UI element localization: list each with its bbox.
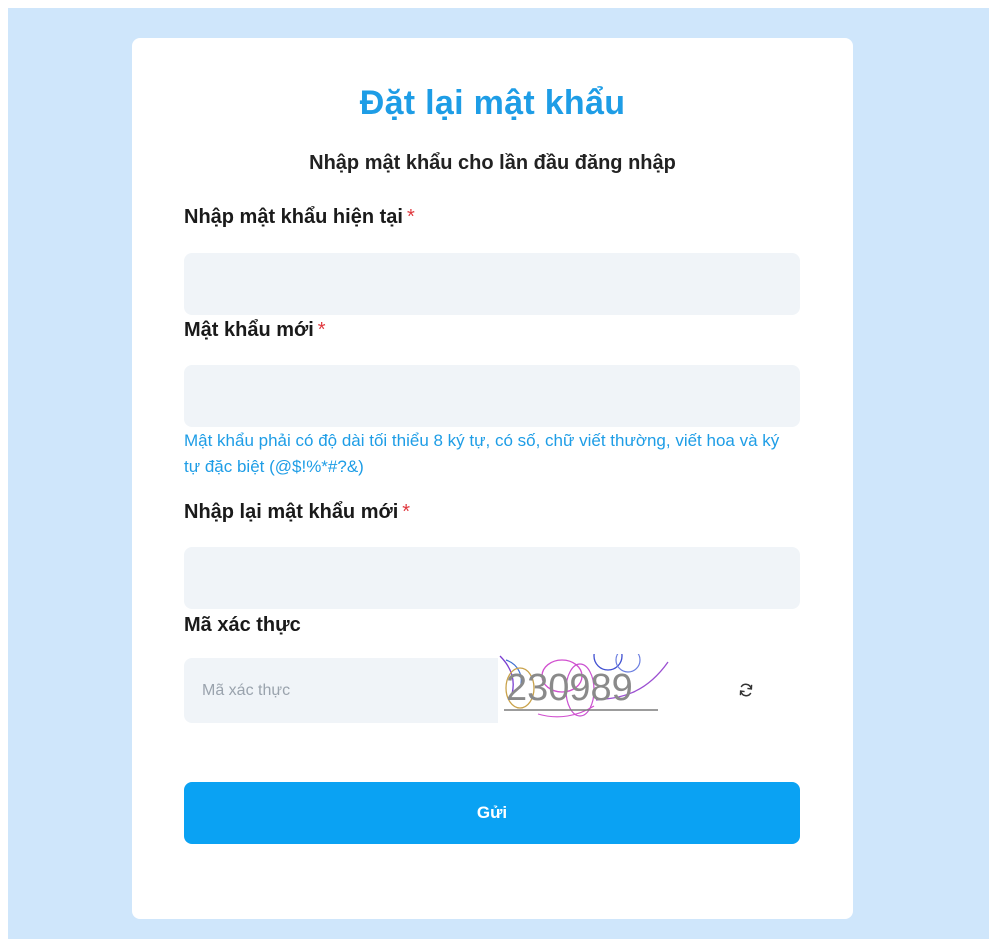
new-password-label-text: Mật khẩu mới — [184, 319, 314, 341]
current-password-label: Nhập mật khẩu hiện tại * — [184, 206, 415, 229]
captcha-input[interactable] — [184, 658, 498, 723]
captcha-code: 230989 — [506, 667, 633, 709]
new-password-input[interactable] — [184, 365, 800, 427]
submit-button[interactable]: Gửi — [184, 782, 800, 844]
captcha-label-text: Mã xác thực — [184, 614, 301, 636]
page-title: Đặt lại mật khẩu — [359, 84, 626, 122]
required-mark: * — [317, 319, 326, 341]
reset-password-card: Đặt lại mật khẩu Nhập mật khẩu cho lần đ… — [132, 38, 853, 919]
required-mark: * — [402, 501, 411, 523]
captcha-image: 230989 — [499, 654, 669, 718]
new-password-label: Mật khẩu mới * — [184, 319, 326, 342]
captcha-label: Mã xác thực — [184, 614, 301, 637]
page-subtitle: Nhập mật khẩu cho lần đầu đăng nhập — [309, 152, 676, 174]
refresh-icon[interactable] — [738, 682, 754, 698]
required-mark: * — [406, 206, 415, 228]
confirm-password-label: Nhập lại mật khẩu mới * — [184, 501, 410, 524]
confirm-password-input[interactable] — [184, 547, 800, 609]
current-password-label-text: Nhập mật khẩu hiện tại — [184, 206, 403, 228]
password-requirements-hint: Mật khẩu phải có độ dài tối thiểu 8 ký t… — [184, 431, 780, 476]
current-password-input[interactable] — [184, 253, 800, 315]
confirm-password-label-text: Nhập lại mật khẩu mới — [184, 501, 399, 523]
